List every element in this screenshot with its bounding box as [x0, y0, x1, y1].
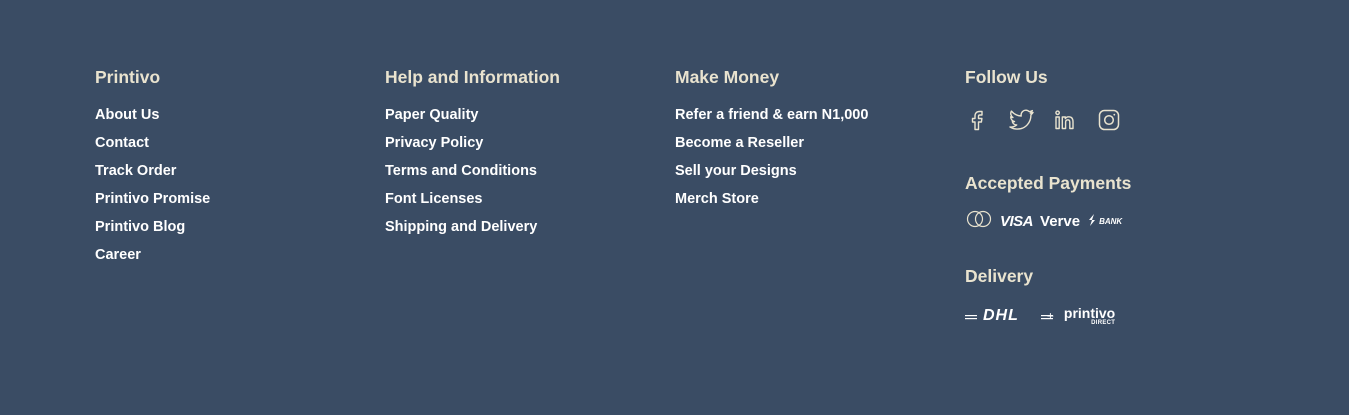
- column-heading: Printivo: [95, 67, 161, 87]
- link-track-order[interactable]: Track Order: [95, 163, 176, 179]
- dhl-text: DHL: [983, 307, 1019, 324]
- delivery-heading: Delivery: [965, 266, 1034, 286]
- link-paper-quality[interactable]: Paper Quality: [385, 107, 478, 123]
- visa-logo: VISA: [1000, 212, 1034, 230]
- site-footer: Printivo About Us Contact Track Order Pr…: [0, 0, 1349, 415]
- link-become-a-reseller[interactable]: Become a Reseller: [675, 135, 804, 151]
- link-printivo-blog[interactable]: Printivo Blog: [95, 219, 185, 235]
- link-refer-a-friend[interactable]: Refer a friend & earn N1,000: [675, 107, 868, 123]
- printivo-direct-logo: printivo DIRECT: [1064, 306, 1115, 326]
- printivo-text: printivo: [1063, 305, 1116, 321]
- linkedin-icon[interactable]: [1053, 107, 1084, 133]
- verve-logo: Verve: [1040, 212, 1081, 230]
- social-icons: [965, 107, 1131, 133]
- payment-logos: VISA Verve BANK: [965, 210, 1131, 233]
- instagram-icon[interactable]: [1097, 107, 1128, 133]
- follow-heading: Follow Us: [965, 67, 1048, 87]
- column-heading: Make Money: [675, 67, 780, 87]
- mastercard-icon: [965, 210, 993, 233]
- link-terms-and-conditions[interactable]: Terms and Conditions: [385, 163, 537, 179]
- twitter-icon[interactable]: [1009, 107, 1040, 133]
- footer-column-make-money: Make Money Refer a friend & earn N1,000 …: [675, 66, 868, 218]
- direct-text: DIRECT: [1091, 320, 1116, 326]
- link-printivo-promise[interactable]: Printivo Promise: [95, 191, 210, 207]
- link-career[interactable]: Career: [95, 247, 141, 263]
- link-shipping-and-delivery[interactable]: Shipping and Delivery: [385, 219, 537, 235]
- link-font-licenses[interactable]: Font Licenses: [385, 191, 483, 207]
- footer-column-printivo: Printivo About Us Contact Track Order Pr…: [95, 66, 210, 274]
- dhl-logo: DHL: [965, 307, 1053, 325]
- link-list: Paper Quality Privacy Policy Terms and C…: [385, 106, 560, 246]
- facebook-icon[interactable]: [965, 107, 996, 133]
- transfer-icon: [1087, 214, 1097, 228]
- link-about-us[interactable]: About Us: [95, 107, 159, 123]
- column-heading: Help and Information: [385, 67, 560, 87]
- link-privacy-policy[interactable]: Privacy Policy: [385, 135, 483, 151]
- delivery-logos: DHL + printivo DIRECT: [965, 306, 1131, 326]
- link-list: About Us Contact Track Order Printivo Pr…: [95, 106, 210, 274]
- link-sell-your-designs[interactable]: Sell your Designs: [675, 163, 797, 179]
- link-merch-store[interactable]: Merch Store: [675, 191, 759, 207]
- payments-heading: Accepted Payments: [965, 173, 1132, 193]
- footer-column-follow: Follow Us Accepted Payments VISA Verve B…: [965, 66, 1131, 326]
- link-contact[interactable]: Contact: [95, 135, 149, 151]
- bank-transfer-logo: BANK: [1087, 214, 1122, 228]
- link-list: Refer a friend & earn N1,000 Become a Re…: [675, 106, 868, 218]
- footer-column-help: Help and Information Paper Quality Priva…: [385, 66, 560, 246]
- bank-label: BANK: [1099, 216, 1123, 226]
